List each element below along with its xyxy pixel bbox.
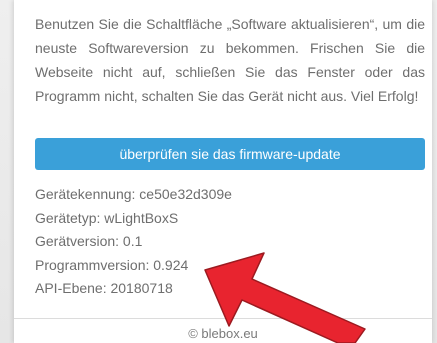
firmware-update-panel: Benutzen Sie die Schaltfläche „Software … xyxy=(14,0,432,343)
device-version: Gerätversion: 0.1 xyxy=(35,233,143,249)
footer-link[interactable]: © blebox.eu xyxy=(14,326,432,341)
device-type: Gerätetyp: wLightBoxS xyxy=(35,209,179,226)
footer: © blebox.eu xyxy=(14,318,432,343)
screenshot-stage: Benutzen Sie die Schaltfläche „Software … xyxy=(0,0,437,343)
update-instructions: Benutzen Sie die Schaltfläche „Software … xyxy=(35,16,425,104)
device-id: Gerätekennung: ce50e32d309e xyxy=(35,186,232,202)
api-level: API-Ebene: 20180718 xyxy=(35,280,173,296)
check-firmware-update-button[interactable]: überprüfen sie das firmware-update xyxy=(35,138,425,170)
footer-divider xyxy=(14,318,432,319)
device-info-list: Gerätekennung: ce50e32d309e Gerätetyp: w… xyxy=(35,183,232,301)
program-version: Programmversion: 0.924 xyxy=(35,256,189,273)
